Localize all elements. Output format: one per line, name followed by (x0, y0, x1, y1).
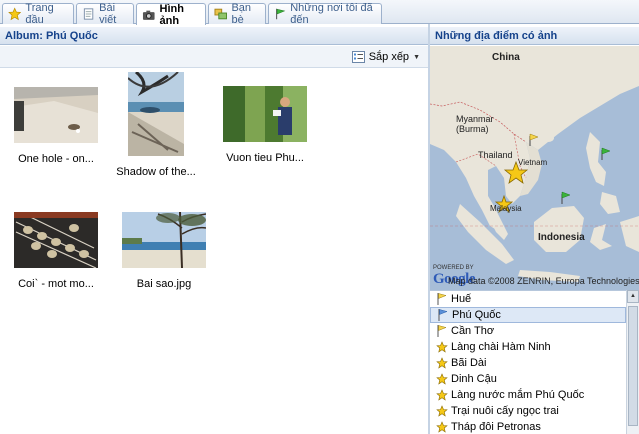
tab-home[interactable]: Trang đầu (2, 2, 74, 26)
photo-pepper-garden (223, 86, 307, 142)
scroll-up-button[interactable]: ▲ (627, 290, 639, 303)
friends-icon (214, 8, 227, 20)
place-item-ham-ninh[interactable]: Làng chài Hàm Ninh (430, 339, 626, 355)
places-list: Huế Phú Quốc Cần Thơ Làng chài Hàm Ninh … (430, 290, 626, 434)
photo-bai-sao (122, 212, 206, 268)
place-item-bai-dai[interactable]: Bãi Dài (430, 355, 626, 371)
album-toolbar: Sắp xếp ▼ (0, 46, 428, 68)
tab-friends[interactable]: Bạn bè (208, 2, 266, 26)
map-land (430, 46, 639, 290)
chevron-down-icon: ▼ (413, 53, 420, 61)
scroll-thumb[interactable] (628, 306, 638, 426)
star-marker-icon (436, 421, 448, 433)
photo-tree-shadow (128, 72, 184, 156)
star-marker-icon (436, 341, 448, 353)
photo-grilled-food (14, 212, 98, 268)
place-item-petronas[interactable]: Tháp đôi Petronas (430, 419, 626, 434)
tab-posts[interactable]: Bài viết (76, 2, 134, 26)
map-label-malaysia: Malaysia (490, 204, 522, 213)
tab-photos[interactable]: Hình ảnh (136, 2, 206, 27)
tab-label: Những nơi tôi đã đến (290, 2, 373, 26)
photo-thumbnail[interactable]: Shadow of the... (106, 72, 206, 178)
album-title: Album: Phú Quốc (0, 27, 428, 45)
tab-label: Trang đầu (25, 2, 54, 26)
star-icon (8, 7, 22, 21)
camera-icon (142, 10, 155, 20)
star-marker-icon (436, 405, 448, 417)
places-panel-title: Những địa điểm có ảnh (430, 27, 639, 45)
map-label-myanmar: Myanmar (Burma) (456, 114, 494, 134)
photo-caption: Coi` - mot mo... (18, 278, 94, 290)
tab-label: Bài viết (99, 2, 117, 26)
places-map[interactable]: China Myanmar (Burma) Thailand Vietnam M… (430, 46, 639, 290)
document-icon (83, 8, 94, 20)
map-label-china: China (492, 52, 520, 63)
photo-thumbnail[interactable]: Coi` - mot mo... (6, 212, 106, 290)
sort-label: Sắp xếp (368, 51, 410, 63)
tab-label: Hình ảnh (159, 2, 184, 27)
yellow-flag-icon (437, 325, 447, 337)
star-marker-icon (436, 373, 448, 385)
map-copyright: Map data ©2008 ZENRIN, Europa Technologi… (448, 276, 639, 286)
photo-caption: Vuon tieu Phu... (226, 152, 304, 164)
tab-places-visited[interactable]: Những nơi tôi đã đến (268, 2, 382, 26)
yellow-flag-icon (437, 293, 447, 305)
place-item-fish-sauce-village[interactable]: Làng nước mắm Phú Quốc (430, 387, 626, 403)
places-scrollbar[interactable]: ▲ (626, 290, 639, 434)
place-item-hue[interactable]: Huế (430, 291, 626, 307)
photo-beach-hole (14, 87, 98, 143)
star-marker-icon (436, 389, 448, 401)
blue-flag-icon (438, 309, 448, 321)
photo-thumbnail[interactable]: One hole - on... (6, 87, 106, 165)
place-item-can-tho[interactable]: Cần Thơ (430, 323, 626, 339)
map-label-vietnam: Vietnam (518, 158, 548, 167)
photo-caption: One hole - on... (18, 153, 94, 165)
photo-caption: Bai sao.jpg (136, 278, 192, 290)
photo-caption: Shadow of the... (116, 166, 196, 178)
place-item-pearl-farm[interactable]: Trại nuôi cấy ngọc trai (430, 403, 626, 419)
sort-list-icon (351, 51, 365, 63)
tab-bar: Trang đầu Bài viết Hình ảnh Bạn bè Những… (0, 0, 639, 27)
photo-thumbnail[interactable]: Vuon tieu Phu... (215, 86, 315, 164)
photo-thumbnail[interactable]: Bai sao.jpg (114, 212, 214, 290)
place-item-phu-quoc[interactable]: Phú Quốc (430, 307, 626, 323)
map-label-indonesia: Indonesia (538, 232, 585, 243)
sort-button[interactable]: Sắp xếp ▼ (351, 49, 420, 65)
star-marker-icon (436, 357, 448, 369)
map-label-thailand: Thailand (478, 150, 513, 160)
flag-icon (276, 8, 286, 20)
tab-label: Bạn bè (231, 2, 252, 26)
place-item-dinh-cau[interactable]: Dinh Cậu (430, 371, 626, 387)
